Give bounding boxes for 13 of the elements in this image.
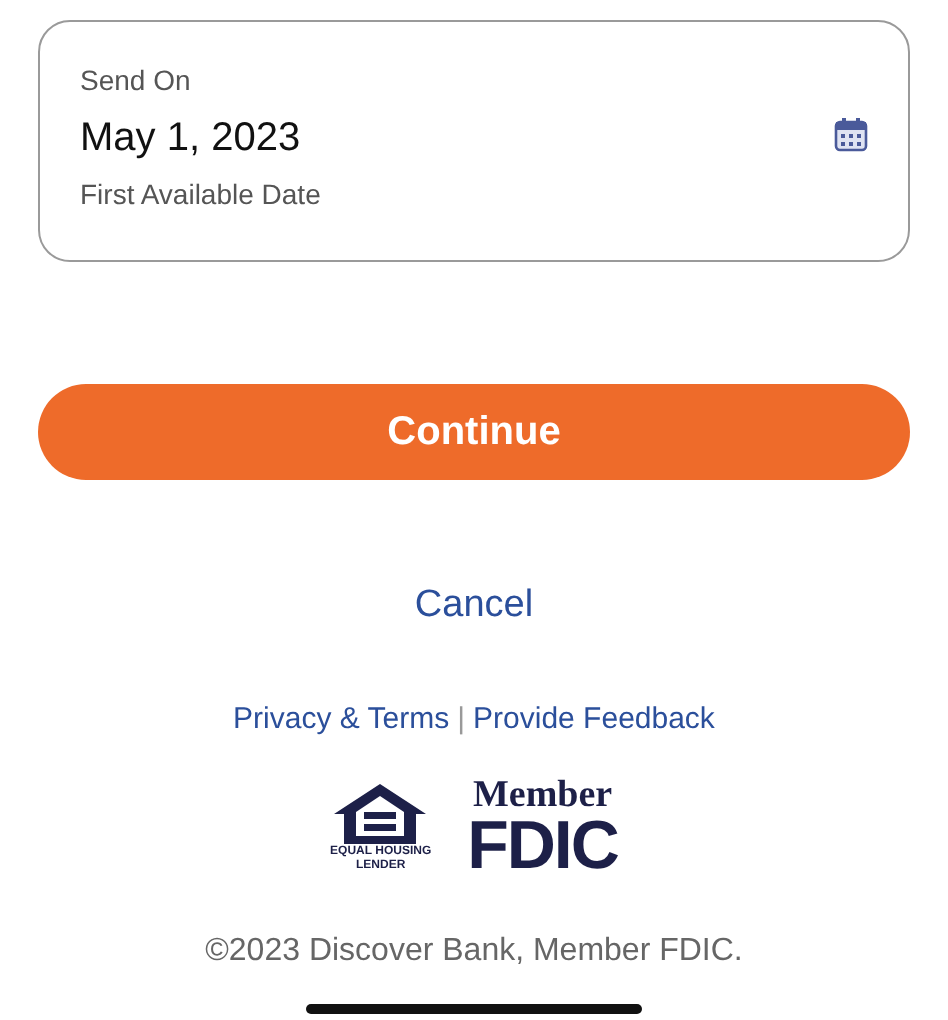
field-label: Send On (80, 62, 193, 98)
field-hint: First Available Date (80, 176, 321, 212)
date-value: May 1, 2023 (80, 114, 303, 164)
copyright-text: ©2023 Discover Bank, Member FDIC. (205, 932, 743, 972)
logo-text: FDIC (467, 814, 618, 878)
calendar-icon[interactable] (834, 116, 868, 152)
link-separator: | (457, 699, 466, 739)
footer-link[interactable]: Privacy & Terms (233, 697, 450, 742)
date-field[interactable]: Send On May 1, 2023 First Available Date (38, 20, 910, 262)
house-icon (332, 782, 429, 846)
footer-link[interactable]: Provide Feedback (473, 697, 715, 742)
cancel-link[interactable]: Cancel (414, 578, 534, 635)
logo-text: Member (472, 778, 613, 814)
